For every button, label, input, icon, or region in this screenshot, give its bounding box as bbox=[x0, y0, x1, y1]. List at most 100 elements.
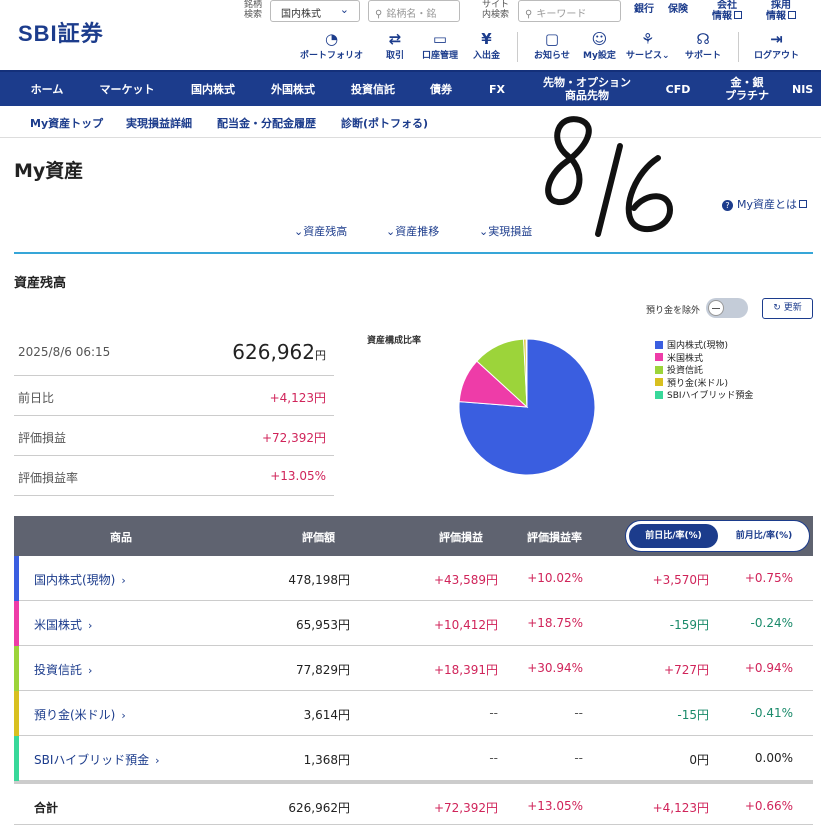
deposit-button[interactable]: ¥ 入出金 bbox=[473, 30, 500, 61]
refresh-button[interactable]: ↻ 更新 bbox=[762, 298, 813, 319]
subnav-realized-pl[interactable]: 実現損益詳細 bbox=[126, 115, 192, 131]
table-row: 投資信託 › 77,829円 +18,391円 +30.94% +727円 +0.… bbox=[14, 646, 813, 691]
row-color-bar bbox=[14, 556, 19, 601]
headset-icon: ☊ bbox=[696, 30, 710, 48]
recruit-info-link[interactable]: 採用 情報 bbox=[766, 0, 796, 22]
notice-button[interactable]: ▢ お知らせ bbox=[534, 30, 570, 61]
divider bbox=[517, 32, 518, 62]
col-valuation: 評価額 bbox=[302, 531, 335, 544]
divider bbox=[14, 252, 813, 254]
nav-fx[interactable]: FX bbox=[478, 72, 516, 106]
nav-futures-options[interactable]: 先物・オプション 商品先物 bbox=[532, 72, 642, 106]
summary-row: 評価損益 +72,392円 bbox=[14, 416, 334, 456]
stock-search-label: 銘柄 検索 bbox=[244, 0, 263, 20]
refresh-icon: ↻ bbox=[773, 303, 781, 313]
nav-home[interactable]: ホーム bbox=[14, 72, 80, 106]
summary-row: 前日比 +4,123円 bbox=[14, 376, 334, 416]
table-total-row: 合計 626,962円 +72,392円 +13.05% +4,123円 +0.… bbox=[14, 781, 813, 825]
search-icon: ⚲ bbox=[525, 9, 533, 20]
table-row: SBIハイブリッド預金 › 1,368円 -- -- 0円 0.00% bbox=[14, 736, 813, 781]
col-pl: 評価損益 bbox=[439, 531, 483, 544]
insurance-link[interactable]: 保険 bbox=[668, 4, 688, 15]
nav-nisa[interactable]: NIS bbox=[792, 72, 821, 106]
summary-row: 評価損益率 +13.05% bbox=[14, 456, 334, 496]
row-color-bar bbox=[14, 736, 19, 781]
logout-icon: ⇥ bbox=[770, 30, 783, 48]
divider bbox=[738, 32, 739, 62]
row-color-bar bbox=[14, 601, 19, 646]
row-product-link[interactable]: 預り金(米ドル) › bbox=[34, 706, 126, 723]
page-title: My資産 bbox=[14, 160, 84, 182]
nav-domestic-stock[interactable]: 国内株式 bbox=[180, 72, 246, 106]
chevron-right-icon: › bbox=[121, 574, 126, 587]
legend-item: 預り金(米ドル) bbox=[655, 378, 753, 391]
anchor-asset-balance[interactable]: ⌄資産残高 bbox=[294, 223, 347, 239]
nav-market[interactable]: マーケット bbox=[92, 72, 162, 106]
account-icon: ▭ bbox=[432, 30, 448, 48]
portfolio-button[interactable]: ◔ ポートフォリオ bbox=[300, 30, 363, 61]
sbi-logo[interactable]: SBI証券 bbox=[18, 16, 104, 48]
chevron-down-icon: ⌄ bbox=[339, 3, 349, 16]
nav-foreign-stock[interactable]: 外国株式 bbox=[260, 72, 326, 106]
row-color-bar bbox=[14, 646, 19, 691]
external-link-icon bbox=[788, 11, 796, 19]
logout-button[interactable]: ⇥ ログアウト bbox=[754, 30, 799, 61]
row-color-bar bbox=[14, 691, 19, 736]
legend-item: 国内株式(現物) bbox=[655, 340, 753, 353]
period-segmented-control: 前日比/率(%) 前月比/率(%) bbox=[625, 520, 810, 552]
exclude-deposit-toggle[interactable] bbox=[706, 298, 748, 318]
chevron-right-icon: › bbox=[121, 709, 126, 722]
service-icon: ⚘ bbox=[641, 30, 655, 48]
my-assets-help-link[interactable]: ? My資産とは bbox=[722, 196, 808, 212]
my-settings-button[interactable]: ☺ My設定 bbox=[583, 30, 616, 61]
summary-datetime: 2025/8/6 06:15 bbox=[18, 345, 111, 359]
nav-bond[interactable]: 債券 bbox=[418, 72, 464, 106]
sub-nav: My資産トップ 実現損益詳細 配当金・分配金履歴 診断(ポトフォる) bbox=[0, 106, 821, 138]
legend-item: SBIハイブリッド預金 bbox=[655, 390, 753, 403]
nav-gold-silver-platinum[interactable]: 金・銀 プラチナ bbox=[716, 72, 778, 106]
site-search-input[interactable]: ⚲ キーワード bbox=[518, 0, 621, 22]
legend-swatch bbox=[655, 340, 663, 349]
nav-cfd[interactable]: CFD bbox=[656, 72, 700, 106]
table-row: 国内株式(現物) › 478,198円 +43,589円 +10.02% +3,5… bbox=[14, 556, 813, 601]
legend-swatch bbox=[655, 353, 663, 361]
exclude-deposit-label: 預り金を除外 bbox=[646, 306, 701, 316]
nav-investment-trust[interactable]: 投資信託 bbox=[340, 72, 406, 106]
seg-month-over-month[interactable]: 前月比/率(%) bbox=[721, 524, 807, 548]
row-product-link[interactable]: SBIハイブリッド預金 › bbox=[34, 751, 160, 768]
service-button[interactable]: ⚘ サービス⌄ bbox=[626, 30, 670, 61]
site-search-label: サイト 内検索 bbox=[482, 0, 510, 20]
yen-icon: ¥ bbox=[481, 30, 492, 48]
trade-button[interactable]: ⇄ 取引 bbox=[386, 30, 404, 61]
user-icon: ☺ bbox=[591, 30, 608, 48]
subnav-my-assets-top[interactable]: My資産トップ bbox=[30, 115, 103, 131]
summary-total: 626,962円 bbox=[232, 340, 326, 364]
account-button[interactable]: ▭ 口座管理 bbox=[422, 30, 458, 61]
subnav-dividends[interactable]: 配当金・分配金履歴 bbox=[217, 115, 316, 131]
bank-link[interactable]: 銀行 bbox=[634, 4, 654, 15]
trade-icon: ⇄ bbox=[388, 30, 402, 48]
legend-swatch bbox=[655, 390, 663, 399]
stock-search-input[interactable]: ⚲ 銘柄名・銘 bbox=[368, 0, 460, 22]
company-info-link[interactable]: 会社 情報 bbox=[712, 0, 742, 22]
chevron-right-icon: › bbox=[155, 754, 160, 767]
table-row: 米国株式 › 65,953円 +10,412円 +18.75% -159円 -0.… bbox=[14, 601, 813, 646]
legend-item: 米国株式 bbox=[655, 353, 753, 366]
support-button[interactable]: ☊ サポート bbox=[685, 30, 721, 61]
total-label: 合計 bbox=[34, 801, 59, 815]
col-pl-rate: 評価損益率 bbox=[527, 531, 582, 544]
row-product-link[interactable]: 国内株式(現物) › bbox=[34, 571, 126, 588]
market-select[interactable]: 国内株式 ⌄ bbox=[270, 0, 360, 22]
seg-day-over-day[interactable]: 前日比/率(%) bbox=[629, 524, 718, 548]
subnav-diagnosis[interactable]: 診断(ポトフォる) bbox=[341, 115, 428, 131]
summary-total-row: 2025/8/6 06:15 626,962円 bbox=[14, 333, 334, 376]
portfolio-icon: ◔ bbox=[324, 30, 339, 48]
col-product: 商品 bbox=[110, 531, 132, 544]
anchor-asset-trend[interactable]: ⌄資産推移 bbox=[386, 223, 439, 239]
toggle-knob bbox=[708, 300, 724, 316]
row-product-link[interactable]: 米国株式 › bbox=[34, 616, 92, 633]
row-product-link[interactable]: 投資信託 › bbox=[34, 661, 92, 678]
handwritten-date-annotation bbox=[545, 116, 673, 237]
anchor-realized-pl[interactable]: ⌄実現損益 bbox=[479, 223, 532, 239]
question-icon: ? bbox=[722, 200, 733, 211]
